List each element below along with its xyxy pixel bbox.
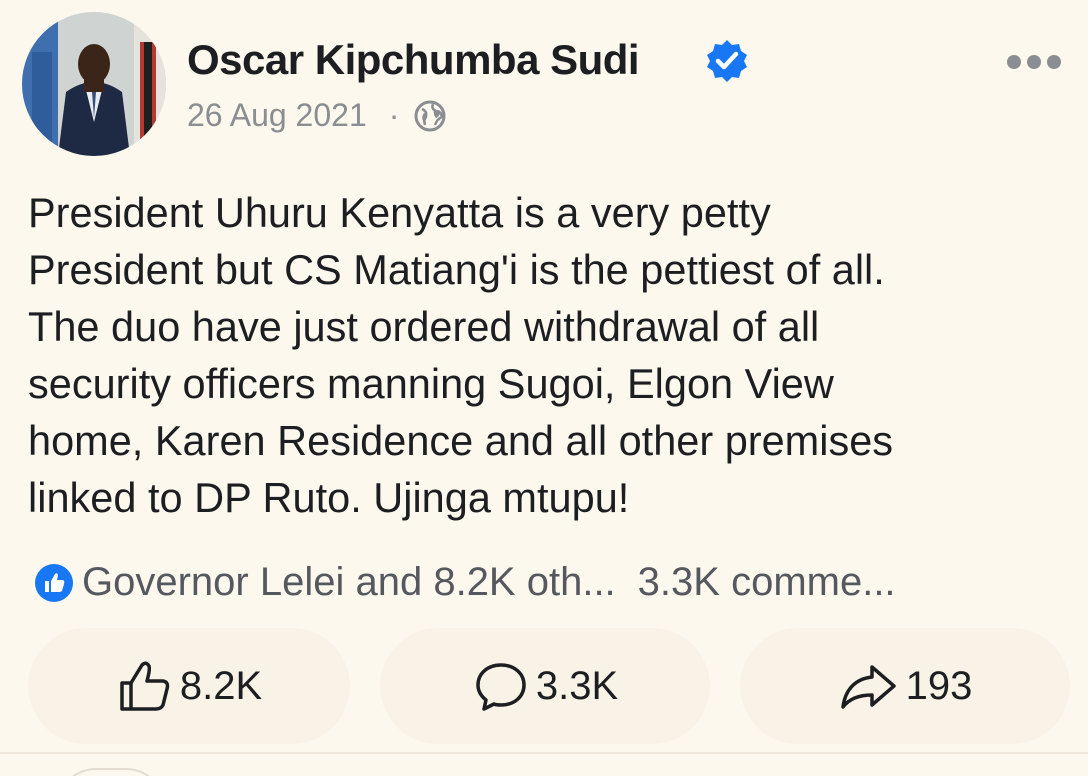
post-body-line: home, Karen Residence and all other prem… [28, 417, 894, 464]
action-bar: 8.2K 3.3K 193 [0, 628, 1088, 744]
post-body-line: security officers manning Sugoi, Elgon V… [28, 360, 834, 407]
post-body-line: linked to DP Ruto. Ujinga mtupu! [28, 474, 630, 521]
meta-separator: · [388, 97, 400, 133]
post-meta: 26 Aug 2021 · [187, 97, 447, 134]
post-body-line: President Uhuru Kenyatta is a very petty [28, 189, 771, 236]
comment-count: 3.3K [535, 663, 619, 708]
post-divider [0, 752, 1088, 754]
post-body: President Uhuru Kenyatta is a very petty… [28, 184, 1068, 526]
comments-summary[interactable]: 3.3K comme... [638, 560, 896, 605]
comment-button[interactable]: 3.3K [380, 628, 710, 744]
like-reaction-icon [35, 563, 73, 602]
engagement-summary: Governor Lelei and 8.2K oth... 3.3K comm… [34, 560, 896, 605]
share-button[interactable]: 193 [740, 628, 1070, 744]
post-body-line: The duo have just ordered withdrawal of … [28, 303, 820, 350]
reactions-summary[interactable]: Governor Lelei and 8.2K oth... [82, 560, 616, 605]
author-name[interactable]: Oscar Kipchumba Sudi [187, 36, 640, 84]
next-post-avatar-edge [56, 768, 166, 776]
facebook-post: Oscar Kipchumba Sudi 26 Aug 2021 · Presi… [0, 0, 1088, 776]
verified-badge-icon [707, 40, 747, 82]
share-icon [840, 665, 896, 709]
like-button[interactable]: 8.2K [28, 628, 350, 744]
comment-icon [476, 663, 526, 711]
post-date[interactable]: 26 Aug 2021 [187, 97, 367, 134]
share-count: 193 [905, 663, 973, 708]
like-count: 8.2K [179, 663, 263, 708]
more-horizontal-icon[interactable] [1004, 52, 1064, 72]
avatar[interactable] [22, 12, 166, 156]
avatar-photo [22, 12, 166, 156]
thumbs-up-icon [120, 661, 170, 711]
globe-icon [414, 100, 446, 131]
post-body-line: President but CS Matiang'i is the pettie… [28, 246, 885, 293]
